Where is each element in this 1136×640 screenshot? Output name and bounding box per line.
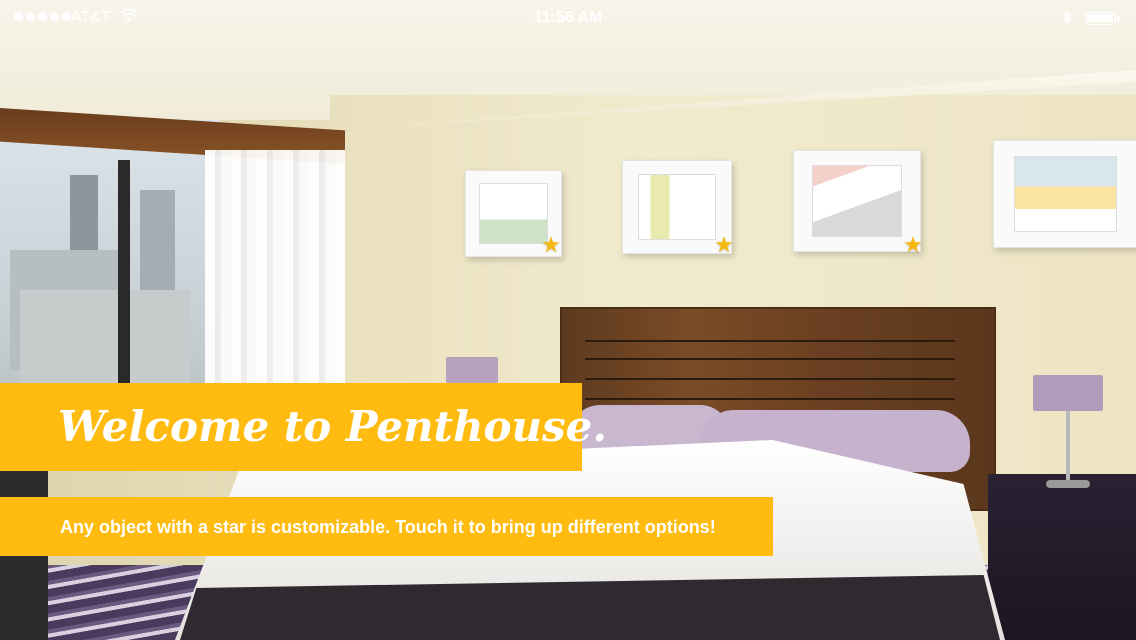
headboard-slat	[585, 358, 955, 360]
artwork	[811, 165, 903, 237]
star-icon[interactable]: ★	[540, 234, 562, 256]
window-mullion	[118, 160, 130, 405]
lamp-base	[1046, 480, 1090, 488]
status-bar: AT&T 11:56 AM	[0, 0, 1136, 38]
framed-art-4	[993, 140, 1136, 248]
star-icon[interactable]: ★	[902, 234, 924, 256]
nightstand	[988, 474, 1136, 640]
lamp-left	[446, 357, 498, 383]
battery-tip	[1117, 16, 1120, 22]
bluetooth-icon	[1062, 9, 1072, 30]
welcome-title: Welcome to Penthouse.	[58, 402, 608, 451]
headboard-slat	[585, 340, 955, 342]
battery-fill	[1087, 14, 1113, 22]
clock: 11:56 AM	[533, 9, 603, 26]
headboard-slat	[585, 398, 955, 400]
star-icon[interactable]: ★	[713, 234, 735, 256]
lamp-shade-right	[1033, 375, 1103, 411]
hint-text: Any object with a star is customizable. …	[60, 517, 716, 537]
lamp-pole	[1066, 411, 1070, 481]
artwork	[638, 173, 716, 241]
artwork	[479, 182, 548, 245]
battery-icon	[1085, 12, 1116, 25]
curtain	[205, 150, 345, 410]
headboard-slat	[585, 378, 955, 380]
artwork	[1014, 155, 1117, 233]
